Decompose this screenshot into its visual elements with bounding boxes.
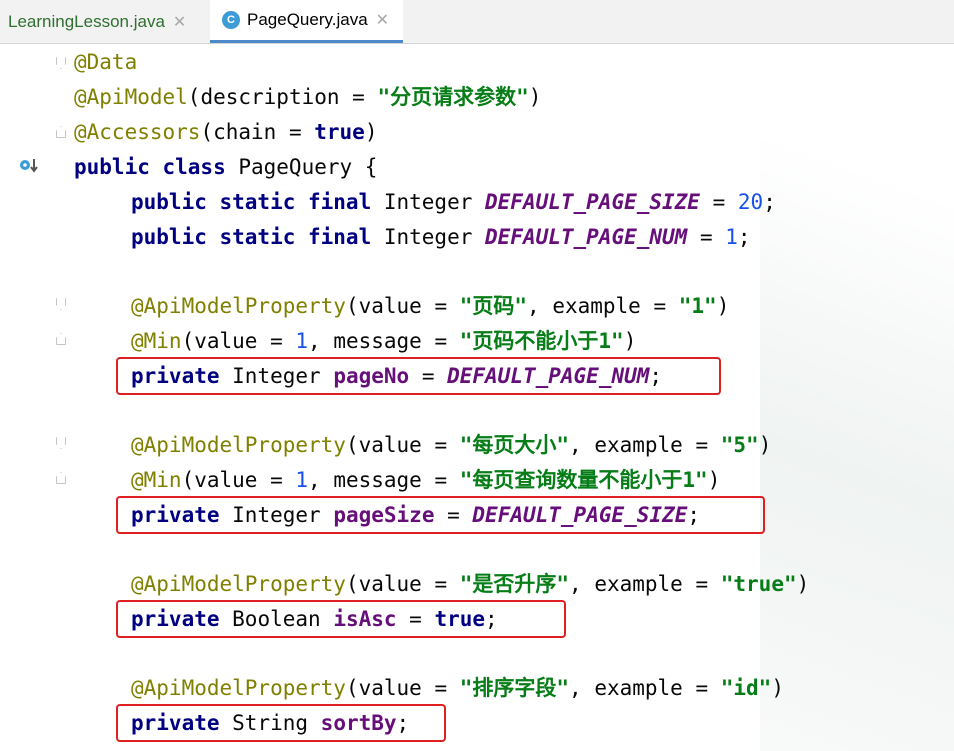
tab-pagequery[interactable]: C PageQuery.java ✕ <box>210 0 404 43</box>
code-line-15: @ApiModelProperty(value = "排序字段", exampl… <box>131 676 784 700</box>
code-line-4: public class PageQuery { <box>74 155 378 179</box>
tab-label: PageQuery.java <box>247 10 368 29</box>
close-icon[interactable]: ✕ <box>173 12 186 32</box>
code-line-3: @Accessors(chain = true) <box>74 120 378 144</box>
close-icon[interactable]: ✕ <box>376 10 389 30</box>
code-line-6: public static final Integer DEFAULT_PAGE… <box>131 225 751 249</box>
code-line-5: public static final Integer DEFAULT_PAGE… <box>131 190 776 214</box>
tab-label: LearningLesson.java <box>8 11 165 31</box>
code-line-13: @ApiModelProperty(value = "是否升序", exampl… <box>131 572 810 596</box>
editor-gutter <box>0 44 62 751</box>
code-line-1: @Data <box>74 50 138 74</box>
editor-background-decoration <box>760 44 954 751</box>
highlight-box-pagesize <box>116 496 765 534</box>
highlight-box-isasc <box>116 600 566 638</box>
code-line-2: @ApiModel(description = "分页请求参数") <box>74 85 542 109</box>
editor-tab-bar: LearningLesson.java ✕ C PageQuery.java ✕ <box>0 0 954 44</box>
highlight-box-pageno <box>116 357 721 395</box>
code-line-8: @Min(value = 1, message = "页码不能小于1") <box>131 329 637 353</box>
code-line-7: @ApiModelProperty(value = "页码", example … <box>131 294 730 318</box>
implementation-gutter-icon[interactable] <box>18 156 40 178</box>
class-icon: C <box>222 11 240 29</box>
code-line-11: @Min(value = 1, message = "每页查询数量不能小于1") <box>131 468 721 492</box>
highlight-box-sortby <box>116 704 446 742</box>
code-line-10: @ApiModelProperty(value = "每页大小", exampl… <box>131 433 772 457</box>
tab-learninglesson[interactable]: LearningLesson.java ✕ <box>8 0 186 43</box>
